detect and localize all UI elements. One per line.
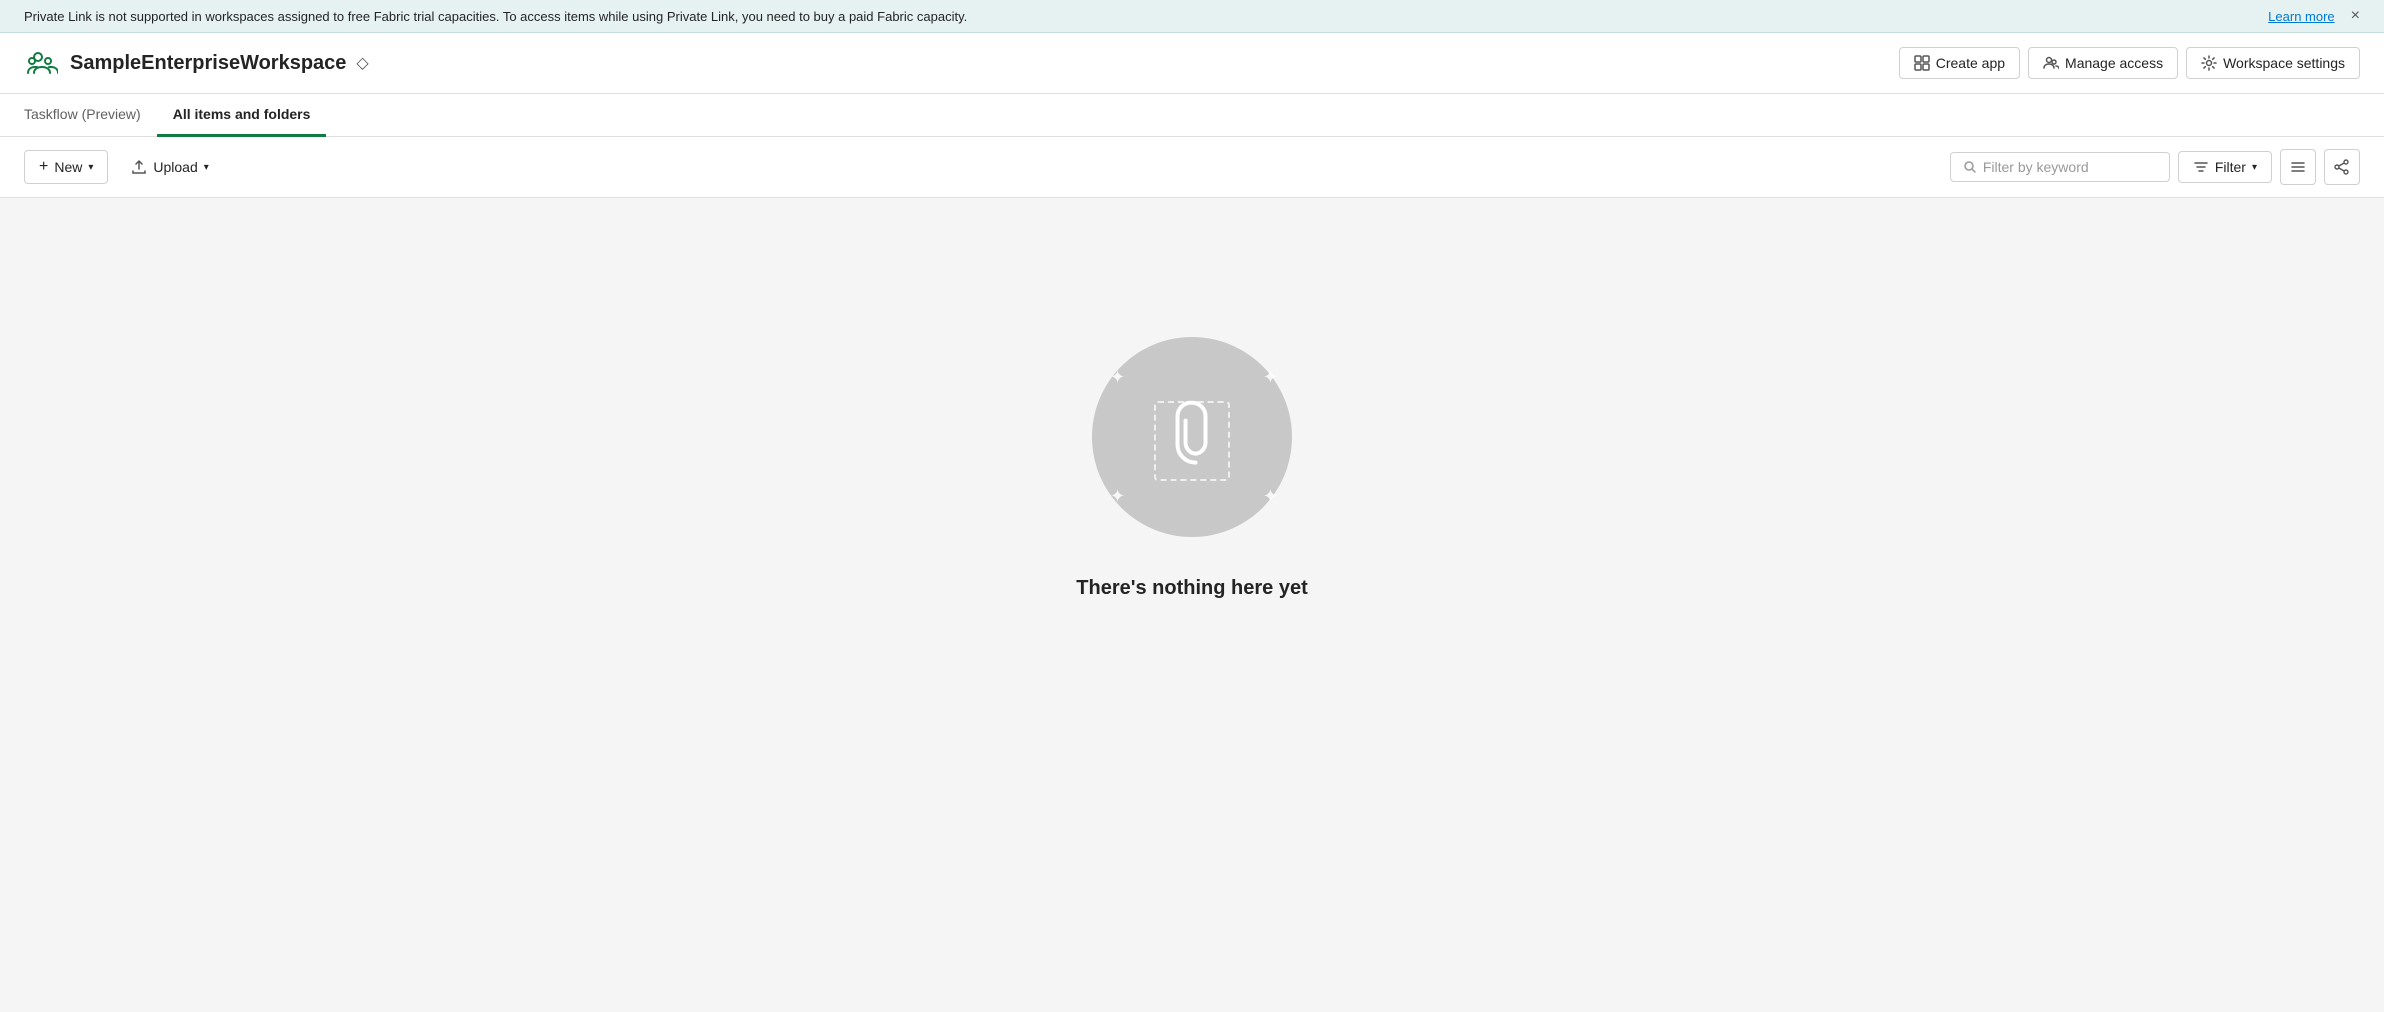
upload-button[interactable]: Upload ▾ (116, 151, 223, 183)
paperclip-icon (1174, 400, 1218, 470)
share-icon (2334, 159, 2350, 175)
filter-label: Filter (2215, 159, 2246, 175)
banner-message: Private Link is not supported in workspa… (24, 9, 2256, 24)
sparkle-top-left-icon: ✦ (1110, 367, 1125, 388)
upload-chevron-icon: ▾ (204, 162, 209, 173)
toolbar-right: Filter by keyword Filter ▾ (1950, 149, 2360, 185)
empty-illustration: ✦ ✦ ✦ ✦ (1092, 337, 1292, 537)
tab-all-items[interactable]: All items and folders (157, 94, 327, 137)
workspace-icon (24, 45, 60, 81)
create-app-icon (1914, 55, 1930, 71)
filter-keyword-input[interactable]: Filter by keyword (1950, 152, 2170, 182)
tabs-bar: Taskflow (Preview) All items and folders (0, 94, 2384, 137)
workspace-name: SampleEnterpriseWorkspace (70, 52, 346, 75)
header: SampleEnterpriseWorkspace ◇ Create app M… (0, 33, 2384, 94)
plus-icon: + (39, 158, 48, 176)
manage-access-icon (2043, 55, 2059, 71)
sparkle-bottom-left-icon: ✦ (1110, 486, 1125, 507)
tab-taskflow[interactable]: Taskflow (Preview) (24, 94, 157, 137)
header-left: SampleEnterpriseWorkspace ◇ (24, 45, 369, 81)
sparkle-bottom-right-icon: ✦ (1263, 486, 1278, 507)
workspace-settings-button[interactable]: Workspace settings (2186, 47, 2360, 79)
workspace-settings-label: Workspace settings (2223, 55, 2345, 71)
upload-label: Upload (153, 159, 197, 175)
create-app-button[interactable]: Create app (1899, 47, 2020, 79)
new-label: New (54, 159, 82, 175)
upload-icon (131, 159, 147, 175)
view-toggle-button[interactable] (2280, 149, 2316, 185)
toolbar-left: + New ▾ Upload ▾ (24, 150, 224, 184)
sparkle-top-right-icon: ✦ (1263, 367, 1278, 388)
header-right: Create app Manage access Workspace setti… (1899, 47, 2360, 79)
main-content: ✦ ✦ ✦ ✦ There's nothing here yet (0, 198, 2384, 698)
new-button[interactable]: + New ▾ (24, 150, 108, 184)
toolbar: + New ▾ Upload ▾ Filter by keyword (0, 137, 2384, 198)
learn-more-link[interactable]: Learn more (2268, 9, 2334, 24)
diamond-icon: ◇ (356, 53, 368, 73)
private-link-banner: Private Link is not supported in workspa… (0, 0, 2384, 33)
empty-state-title: There's nothing here yet (1076, 577, 1307, 600)
filter-button[interactable]: Filter ▾ (2178, 151, 2272, 183)
share-view-button[interactable] (2324, 149, 2360, 185)
workspace-logo-icon (26, 47, 58, 79)
list-view-icon (2290, 159, 2306, 175)
filter-chevron-icon: ▾ (2252, 162, 2257, 173)
manage-access-label: Manage access (2065, 55, 2163, 71)
banner-close-button[interactable]: × (2351, 8, 2360, 24)
filter-icon (2193, 159, 2209, 175)
workspace-settings-icon (2201, 55, 2217, 71)
filter-placeholder: Filter by keyword (1983, 159, 2089, 175)
manage-access-button[interactable]: Manage access (2028, 47, 2178, 79)
new-chevron-icon: ▾ (88, 162, 93, 173)
search-icon (1963, 160, 1977, 174)
create-app-label: Create app (1936, 55, 2005, 71)
